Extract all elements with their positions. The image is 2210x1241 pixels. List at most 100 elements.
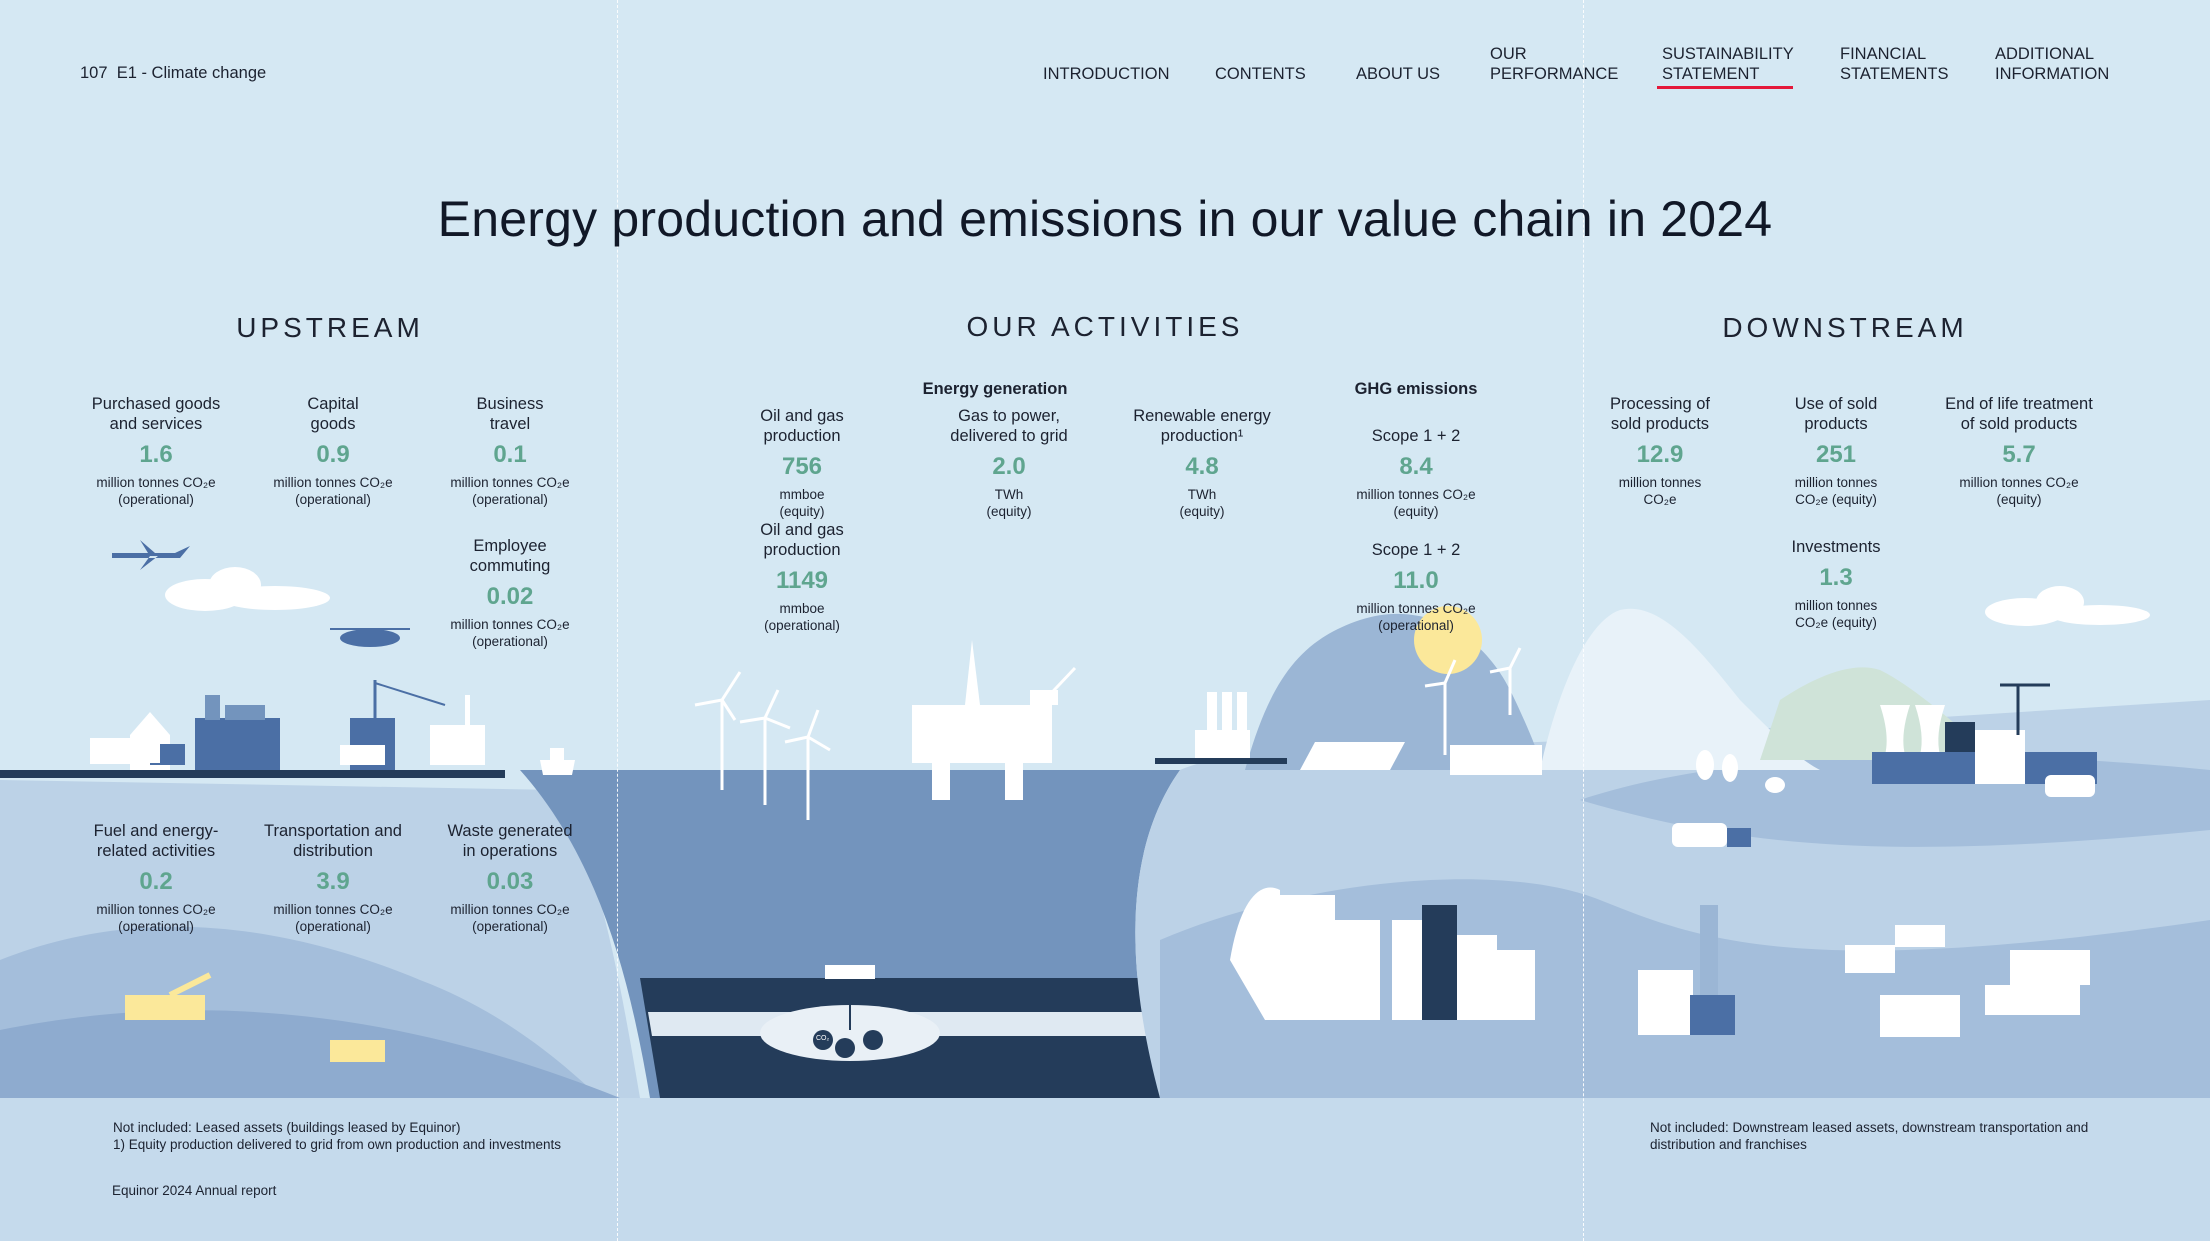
metric-label: Oil and gas production <box>760 521 844 559</box>
metric-unit: million tonnes CO₂e (operational) <box>450 617 570 649</box>
metric-label: Transportation and distribution <box>264 822 402 860</box>
metric-use-of-sold-products: Use of sold products 251 million tonnes … <box>1741 394 1931 508</box>
metric-unit: million tonnes CO₂e (operational) <box>96 475 216 507</box>
metric-scope12-equity: Scope 1 + 2 8.4 million tonnes CO₂e (equ… <box>1321 426 1511 520</box>
footer-notes-left: Not included: Leased assets (buildings l… <box>113 1120 561 1152</box>
metric-value: 12.9 <box>1636 441 1684 468</box>
metric-unit: million tonnes CO₂e <box>1618 475 1702 507</box>
nav-additional-information[interactable]: ADDITIONAL INFORMATION <box>1995 44 2109 84</box>
battery-storage-icon <box>1450 745 1542 775</box>
metric-processing: Processing of sold products 12.9 million… <box>1565 394 1755 508</box>
helicopter-icon <box>330 628 410 647</box>
metric-value: 1.3 <box>1819 564 1853 591</box>
divider-line <box>1583 0 1584 1241</box>
metric-label: Capital goods <box>307 395 359 433</box>
nav-our-performance[interactable]: OUR PERFORMANCE <box>1490 44 1618 84</box>
metric-oil-gas-operational: Oil and gas production 1149 mmboe (opera… <box>707 520 897 634</box>
page-title: Energy production and emissions in our v… <box>437 191 1773 247</box>
van-icon <box>2045 775 2095 797</box>
metric-label: Processing of sold products <box>1610 395 1710 433</box>
cloud-icon <box>165 567 330 611</box>
footer-notes-right: Not included: Downstream leased assets, … <box>1650 1120 2089 1152</box>
metric-transportation: Transportation and distribution 3.9 mill… <box>238 821 428 935</box>
airplane-icon <box>112 540 190 570</box>
metric-label: Renewable energy production¹ <box>1133 407 1271 445</box>
divider-line <box>617 0 618 1241</box>
truck-icon <box>90 738 185 763</box>
metric-business-travel: Business travel 0.1 million tonnes CO₂e … <box>415 394 605 508</box>
metric-value: 0.1 <box>493 441 527 468</box>
metric-unit: TWh (equity) <box>1179 487 1225 519</box>
nav-introduction[interactable]: INTRODUCTION <box>1043 64 1170 84</box>
metric-unit: million tonnes CO₂e (operational) <box>96 902 216 934</box>
report-name: Equinor 2024 Annual report <box>112 1183 277 1198</box>
metric-unit: million tonnes CO₂e (equity) <box>1356 487 1476 519</box>
nav-financial-statements[interactable]: FINANCIAL STATEMENTS <box>1840 44 1948 84</box>
metric-employee-commuting: Employee commuting 0.02 million tonnes C… <box>415 536 605 650</box>
metric-unit: million tonnes CO₂e (equity) <box>1959 475 2079 507</box>
metric-unit: million tonnes CO₂e (operational) <box>273 902 393 934</box>
metric-gas-to-power: Gas to power, delivered to grid 2.0 TWh … <box>914 406 1104 520</box>
metric-unit: million tonnes CO₂e (operational) <box>450 475 570 507</box>
metric-value: 0.02 <box>486 583 534 610</box>
metric-unit: million tonnes CO₂e (equity) <box>1794 598 1878 630</box>
metric-label: End of life treatment of sold products <box>1945 395 2093 433</box>
metric-value: 8.4 <box>1399 453 1433 480</box>
dump-truck-icon <box>330 1040 385 1062</box>
metric-unit: mmboe (equity) <box>779 487 825 519</box>
metric-value: 756 <box>781 453 823 480</box>
metric-label: Fuel and energy- related activities <box>93 822 219 860</box>
metric-unit: mmboe (operational) <box>764 601 840 633</box>
cloud-icon <box>1985 586 2150 626</box>
page: 107 E1 - Climate change INTRODUCTION CON… <box>0 0 2210 1241</box>
metric-unit: million tonnes CO₂e (operational) <box>273 475 393 507</box>
metric-value: 5.7 <box>2002 441 2036 468</box>
metric-label: Employee commuting <box>469 537 551 575</box>
metric-value: 3.9 <box>316 868 350 895</box>
port-icon <box>340 680 485 770</box>
metric-purchased-goods: Purchased goods and services 1.6 million… <box>61 394 251 508</box>
metric-value: 0.9 <box>316 441 350 468</box>
metric-label: Gas to power, delivered to grid <box>950 407 1068 445</box>
metric-value: 1149 <box>775 567 829 594</box>
metric-value: 2.0 <box>992 453 1026 480</box>
metric-scope12-operational: Scope 1 + 2 11.0 million tonnes CO₂e (op… <box>1321 540 1511 634</box>
metric-value: 251 <box>1815 441 1857 468</box>
metric-unit: million tonnes CO₂e (equity) <box>1794 475 1878 507</box>
metric-fuel-energy: Fuel and energy- related activities 0.2 … <box>61 821 251 935</box>
metric-value: 0.2 <box>139 868 173 895</box>
solar-panel-icon <box>1300 742 1405 770</box>
metric-value: 0.03 <box>486 868 534 895</box>
metric-label: Oil and gas production <box>760 407 844 445</box>
metric-value: 4.8 <box>1185 453 1219 480</box>
metric-label: Use of sold products <box>1794 395 1878 433</box>
co2-bubble-icon <box>863 1030 883 1050</box>
metric-capital-goods: Capital goods 0.9 million tonnes CO₂e (o… <box>238 394 428 508</box>
quay <box>0 770 505 778</box>
co2-label: CO₂ <box>816 1035 830 1042</box>
metric-unit: TWh (equity) <box>986 487 1032 519</box>
metric-value: 11.0 <box>1393 567 1439 594</box>
ghg-emissions-title: GHG emissions <box>1354 380 1478 398</box>
metric-renewables: Renewable energy production¹ 4.8 TWh (eq… <box>1107 406 1297 520</box>
page-number: 107 <box>80 64 108 82</box>
metric-unit: million tonnes CO₂e (operational) <box>450 902 570 934</box>
nav-about-us[interactable]: ABOUT US <box>1356 64 1440 84</box>
activities-heading: OUR ACTIVITIES <box>966 311 1244 342</box>
ship-icon <box>540 748 575 775</box>
metric-label: Scope 1 + 2 <box>1371 427 1461 445</box>
energy-generation-title: Energy generation <box>922 380 1068 398</box>
metric-label: Investments <box>1791 538 1881 556</box>
nav-sustainability-statement[interactable]: SUSTAINABILITY STATEMENT <box>1662 44 1794 84</box>
page-header: 107 E1 - Climate change <box>80 64 266 83</box>
nav-contents[interactable]: CONTENTS <box>1215 64 1306 84</box>
upstream-heading: UPSTREAM <box>236 312 424 343</box>
co2-bubble-icon <box>835 1038 855 1058</box>
metric-unit: million tonnes CO₂e (operational) <box>1356 601 1476 633</box>
metric-label: Scope 1 + 2 <box>1371 541 1461 559</box>
metric-value: 1.6 <box>139 441 173 468</box>
downstream-heading: DOWNSTREAM <box>1722 312 1968 343</box>
metric-waste: Waste generated in operations 0.03 milli… <box>415 821 605 935</box>
metric-label: Purchased goods and services <box>91 395 221 433</box>
section-title: E1 - Climate change <box>116 64 267 82</box>
